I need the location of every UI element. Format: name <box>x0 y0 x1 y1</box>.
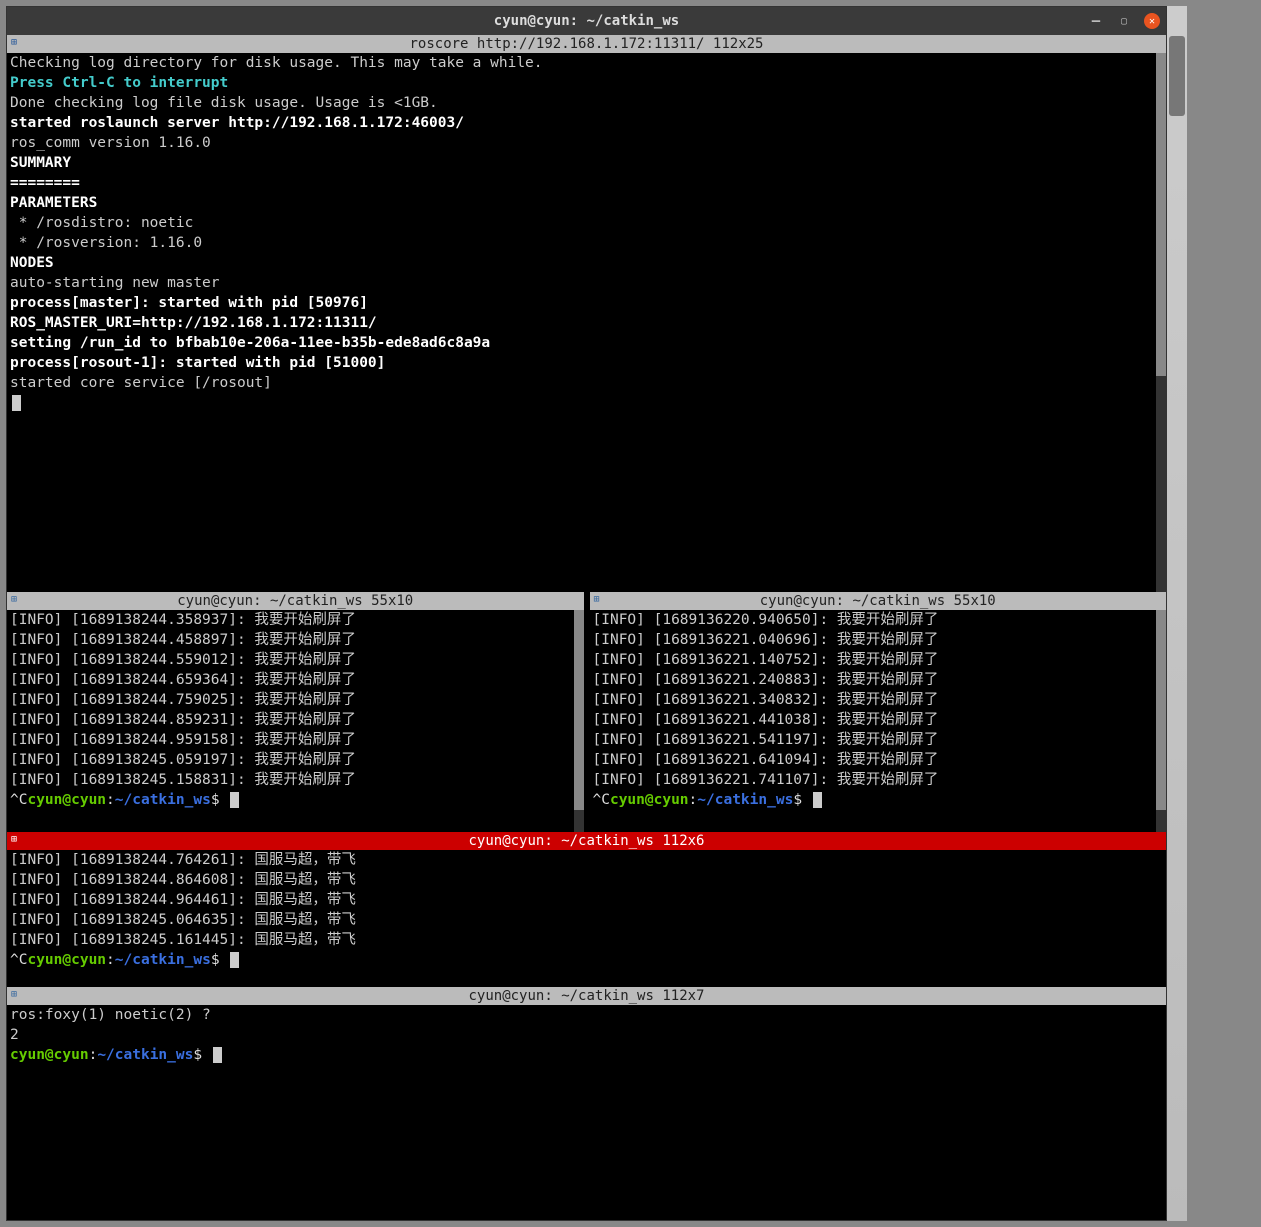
window-controls <box>1088 13 1160 29</box>
terminal-mid-right[interactable]: [INFO] [1689136220.940650]: 我要开始刷屏了[INFO… <box>590 610 1167 832</box>
pane-mid-left: ⊞ cyun@cyun: ~/catkin_ws 55x10 [INFO] [1… <box>7 592 584 832</box>
terminal-line: [INFO] [1689136221.340832]: 我要开始刷屏了 <box>593 690 1164 710</box>
prompt-line[interactable]: ^Ccyun@cyun:~/catkin_ws$ <box>10 950 1163 970</box>
pane-title-bottom-1[interactable]: ⊞ cyun@cyun: ~/catkin_ws 112x6 <box>7 832 1166 850</box>
window-titlebar[interactable]: cyun@cyun: ~/catkin_ws <box>7 7 1166 35</box>
scrollbar-thumb[interactable] <box>1156 376 1166 592</box>
pane-title-text: cyun@cyun: ~/catkin_ws 55x10 <box>760 593 996 609</box>
pane-title-roscore[interactable]: ⊞ roscore http://192.168.1.172:11311/ 11… <box>7 35 1166 53</box>
pane-title-text: cyun@cyun: ~/catkin_ws 112x7 <box>468 988 704 1004</box>
terminal-line: [INFO] [1689138244.358937]: 我要开始刷屏了 <box>10 610 581 630</box>
terminal-line: PARAMETERS <box>10 193 1163 213</box>
split-icon: ⊞ <box>594 594 600 605</box>
terminal-mid-left[interactable]: [INFO] [1689138244.358937]: 我要开始刷屏了[INFO… <box>7 610 584 832</box>
terminal-roscore[interactable]: Checking log directory for disk usage. T… <box>7 53 1166 592</box>
scrollbar-thumb[interactable] <box>1156 810 1166 832</box>
pane-title-text: cyun@cyun: ~/catkin_ws 112x6 <box>468 833 704 849</box>
terminal-line: [INFO] [1689138244.759025]: 我要开始刷屏了 <box>10 690 581 710</box>
pane-title-bottom-2[interactable]: ⊞ cyun@cyun: ~/catkin_ws 112x7 <box>7 987 1166 1005</box>
scrollbar-track[interactable] <box>1156 53 1166 592</box>
terminal-line: Checking log directory for disk usage. T… <box>10 53 1163 73</box>
split-icon: ⊞ <box>11 834 17 845</box>
terminal-line: [INFO] [1689136221.441038]: 我要开始刷屏了 <box>593 710 1164 730</box>
split-icon: ⊞ <box>11 594 17 605</box>
terminal-line: started roslaunch server http://192.168.… <box>10 113 1163 133</box>
terminal-line: [INFO] [1689138245.161445]: 国服马超，带飞 <box>10 930 1163 950</box>
pane-bottom-2: ⊞ cyun@cyun: ~/catkin_ws 112x7 ros:foxy(… <box>7 987 1166 1220</box>
terminal-line: [INFO] [1689138245.059197]: 我要开始刷屏了 <box>10 750 581 770</box>
terminal-line: [INFO] [1689138244.458897]: 我要开始刷屏了 <box>10 630 581 650</box>
page-scrollbar[interactable] <box>1167 6 1187 1221</box>
middle-row: ⊞ cyun@cyun: ~/catkin_ws 55x10 [INFO] [1… <box>7 592 1166 832</box>
pane-title-text: roscore http://192.168.1.172:11311/ 112x… <box>409 36 763 52</box>
pane-mid-right: ⊞ cyun@cyun: ~/catkin_ws 55x10 [INFO] [1… <box>590 592 1167 832</box>
terminal-line: [INFO] [1689138244.964461]: 国服马超，带飞 <box>10 890 1163 910</box>
terminal-line: [INFO] [1689138244.959158]: 我要开始刷屏了 <box>10 730 581 750</box>
terminal-line: [INFO] [1689138244.864608]: 国服马超，带飞 <box>10 870 1163 890</box>
terminal-line: * /rosdistro: noetic <box>10 213 1163 233</box>
terminal-line: [INFO] [1689136221.040696]: 我要开始刷屏了 <box>593 630 1164 650</box>
terminal-line: [INFO] [1689136221.541197]: 我要开始刷屏了 <box>593 730 1164 750</box>
terminal-line: [INFO] [1689136220.940650]: 我要开始刷屏了 <box>593 610 1164 630</box>
terminal-line: setting /run_id to bfbab10e-206a-11ee-b3… <box>10 333 1163 353</box>
page-scrollbar-thumb[interactable] <box>1169 36 1185 116</box>
split-icon: ⊞ <box>11 989 17 1000</box>
pane-title-text: cyun@cyun: ~/catkin_ws 55x10 <box>177 593 413 609</box>
terminal-line: process[master]: started with pid [50976… <box>10 293 1163 313</box>
close-button[interactable] <box>1144 13 1160 29</box>
scrollbar-track[interactable] <box>1156 610 1166 832</box>
scrollbar-thumb[interactable] <box>574 810 584 832</box>
prompt-line[interactable]: ^Ccyun@cyun:~/catkin_ws$ <box>593 790 1164 810</box>
terminal-line: [INFO] [1689136221.741107]: 我要开始刷屏了 <box>593 770 1164 790</box>
pane-title-mid-left[interactable]: ⊞ cyun@cyun: ~/catkin_ws 55x10 <box>7 592 584 610</box>
terminal-line: ros_comm version 1.16.0 <box>10 133 1163 153</box>
maximize-button[interactable] <box>1116 13 1132 29</box>
terminal-line: SUMMARY <box>10 153 1163 173</box>
terminal-line: ros:foxy(1) noetic(2) ? <box>10 1005 1163 1025</box>
terminal-line: [INFO] [1689138245.064635]: 国服马超，带飞 <box>10 910 1163 930</box>
minimize-button[interactable] <box>1088 13 1104 29</box>
terminal-line: Done checking log file disk usage. Usage… <box>10 93 1163 113</box>
pane-title-mid-right[interactable]: ⊞ cyun@cyun: ~/catkin_ws 55x10 <box>590 592 1167 610</box>
prompt-line[interactable]: ^Ccyun@cyun:~/catkin_ws$ <box>10 790 581 810</box>
terminal-line: [INFO] [1689138244.559012]: 我要开始刷屏了 <box>10 650 581 670</box>
terminal-line: [INFO] [1689136221.240883]: 我要开始刷屏了 <box>593 670 1164 690</box>
pane-roscore: ⊞ roscore http://192.168.1.172:11311/ 11… <box>7 35 1166 592</box>
terminal-line: process[rosout-1]: started with pid [510… <box>10 353 1163 373</box>
terminal-line: [INFO] [1689136221.140752]: 我要开始刷屏了 <box>593 650 1164 670</box>
terminal-bottom-2[interactable]: ros:foxy(1) noetic(2) ?2cyun@cyun:~/catk… <box>7 1005 1166 1220</box>
terminal-line: 2 <box>10 1025 1163 1045</box>
terminal-line: [INFO] [1689138244.859231]: 我要开始刷屏了 <box>10 710 581 730</box>
terminal-line: NODES <box>10 253 1163 273</box>
terminal-line: Press Ctrl-C to interrupt <box>10 73 1163 93</box>
split-icon: ⊞ <box>11 37 17 48</box>
window-title: cyun@cyun: ~/catkin_ws <box>494 13 679 29</box>
terminal-bottom-1[interactable]: [INFO] [1689138244.764261]: 国服马超，带飞[INFO… <box>7 850 1166 987</box>
terminal-window: cyun@cyun: ~/catkin_ws ⊞ roscore http://… <box>6 6 1167 1221</box>
scrollbar-track[interactable] <box>574 610 584 832</box>
terminal-line: ROS_MASTER_URI=http://192.168.1.172:1131… <box>10 313 1163 333</box>
terminal-line: [INFO] [1689138244.764261]: 国服马超，带飞 <box>10 850 1163 870</box>
terminal-cursor-line <box>10 393 1163 413</box>
terminal-line: * /rosversion: 1.16.0 <box>10 233 1163 253</box>
terminal-line: [INFO] [1689138245.158831]: 我要开始刷屏了 <box>10 770 581 790</box>
terminal-line: auto-starting new master <box>10 273 1163 293</box>
terminal-line: started core service [/rosout] <box>10 373 1163 393</box>
terminal-line: [INFO] [1689136221.641094]: 我要开始刷屏了 <box>593 750 1164 770</box>
terminal-line: [INFO] [1689138244.659364]: 我要开始刷屏了 <box>10 670 581 690</box>
prompt-line[interactable]: cyun@cyun:~/catkin_ws$ <box>10 1045 1163 1065</box>
terminal-line: ======== <box>10 173 1163 193</box>
pane-bottom-1: ⊞ cyun@cyun: ~/catkin_ws 112x6 [INFO] [1… <box>7 832 1166 987</box>
